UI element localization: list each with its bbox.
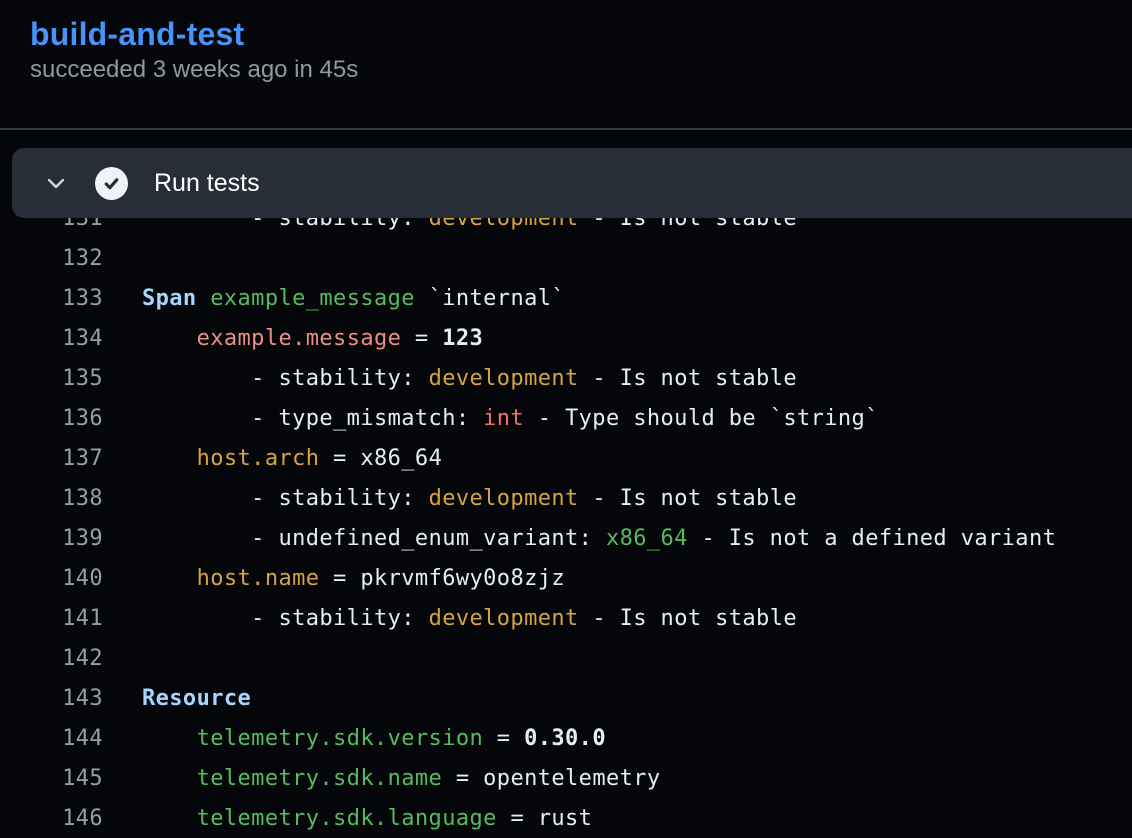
log-line: 136 - type_mismatch: int - Type should b…	[0, 398, 1132, 438]
log-text: Span example_message `internal`	[142, 286, 565, 311]
log-line: 140 host.name = pkrvmf6wy0o8zjz	[0, 558, 1132, 598]
log-segment	[142, 766, 197, 791]
log-segment: Resource	[142, 686, 251, 711]
log-text: - type_mismatch: int - Type should be `s…	[142, 406, 879, 431]
log-segment: development	[429, 486, 579, 511]
line-number[interactable]: 133	[0, 286, 103, 311]
line-number[interactable]: 144	[0, 726, 103, 751]
log-segment	[142, 326, 197, 351]
log-segment: 123	[442, 326, 483, 351]
log-text: telemetry.sdk.version = 0.30.0	[142, 726, 606, 751]
log-segment	[142, 806, 197, 831]
log-segment: telemetry.sdk.version	[197, 726, 484, 751]
log-line: 132	[0, 238, 1132, 278]
log-segment	[197, 286, 211, 311]
job-header: build-and-test succeeded 3 weeks ago in …	[0, 0, 1132, 128]
line-number[interactable]: 134	[0, 326, 103, 351]
log-text: - stability: development - Is not stable	[142, 606, 797, 631]
log-segment: - Type should be `string`	[524, 406, 879, 431]
log-line: 146 telemetry.sdk.language = rust	[0, 798, 1132, 838]
line-number[interactable]: 135	[0, 366, 103, 391]
log-segment	[142, 726, 197, 751]
log-segment: - Is not stable	[579, 486, 797, 511]
line-number[interactable]: 146	[0, 806, 103, 831]
log-segment: = pkrvmf6wy0o8zjz	[319, 566, 565, 591]
job-status-summary: succeeded 3 weeks ago in 45s	[30, 56, 1132, 84]
log-segment: telemetry.sdk.language	[197, 806, 497, 831]
log-segment: - stability:	[142, 486, 429, 511]
log-line: 135 - stability: development - Is not st…	[0, 358, 1132, 398]
log-segment: development	[429, 366, 579, 391]
log-segment: 0.30.0	[524, 726, 606, 751]
log-text: telemetry.sdk.language = rust	[142, 806, 592, 831]
log-text: telemetry.sdk.name = opentelemetry	[142, 766, 661, 791]
log-line: 141 - stability: development - Is not st…	[0, 598, 1132, 638]
step-name: Run tests	[154, 169, 260, 198]
log-segment: host.name	[197, 566, 320, 591]
line-number[interactable]: 136	[0, 406, 103, 431]
log-segment: - Is not stable	[579, 606, 797, 631]
log-text: host.arch = x86_64	[142, 446, 442, 471]
log-line: 145 telemetry.sdk.name = opentelemetry	[0, 758, 1132, 798]
line-number[interactable]: 139	[0, 526, 103, 551]
log-segment: - undefined_enum_variant:	[142, 526, 606, 551]
step-header-run-tests[interactable]: Run tests	[12, 148, 1132, 218]
log-line: 137 host.arch = x86_64	[0, 438, 1132, 478]
log-text: host.name = pkrvmf6wy0o8zjz	[142, 566, 565, 591]
job-title[interactable]: build-and-test	[30, 14, 244, 54]
line-number[interactable]: 137	[0, 446, 103, 471]
log-text: - undefined_enum_variant: x86_64 - Is no…	[142, 526, 1056, 551]
log-segment: =	[483, 726, 524, 751]
log-segment: = x86_64	[319, 446, 442, 471]
log-segment: development	[429, 606, 579, 631]
header-divider	[0, 128, 1132, 130]
log-line: 133 Span example_message `internal`	[0, 278, 1132, 318]
log-segment: int	[483, 406, 524, 431]
log-segment: = rust	[497, 806, 593, 831]
log-segment	[142, 566, 197, 591]
line-number[interactable]: 138	[0, 486, 103, 511]
log-line: 134 example.message = 123	[0, 318, 1132, 358]
log-segment: - Is not stable	[579, 366, 797, 391]
log-segment: - type_mismatch:	[142, 406, 483, 431]
log-segment: telemetry.sdk.name	[197, 766, 443, 791]
log-segment: example.message	[197, 326, 402, 351]
log-lines: 131 - stability: development - Is not st…	[0, 198, 1132, 838]
line-number[interactable]: 145	[0, 766, 103, 791]
log-segment: x86_64	[606, 526, 688, 551]
log-text: - stability: development - Is not stable	[142, 366, 797, 391]
log-text: example.message = 123	[142, 326, 483, 351]
log-line: 139 - undefined_enum_variant: x86_64 - I…	[0, 518, 1132, 558]
log-line: 143 Resource	[0, 678, 1132, 718]
log-text: - stability: development - Is not stable	[142, 486, 797, 511]
log-segment: = opentelemetry	[442, 766, 660, 791]
line-number[interactable]: 142	[0, 646, 103, 671]
log-segment: example_message	[210, 286, 415, 311]
log-segment: `internal`	[415, 286, 565, 311]
log-line: 142	[0, 638, 1132, 678]
log-text: Resource	[142, 686, 251, 711]
log-segment	[142, 446, 197, 471]
step-success-check-icon	[95, 167, 128, 200]
log-segment: - stability:	[142, 606, 429, 631]
log-segment: =	[401, 326, 442, 351]
log-line: 138 - stability: development - Is not st…	[0, 478, 1132, 518]
log-segment: host.arch	[197, 446, 320, 471]
log-line: 144 telemetry.sdk.version = 0.30.0	[0, 718, 1132, 758]
line-number[interactable]: 143	[0, 686, 103, 711]
log-segment: Span	[142, 286, 197, 311]
log-segment: - stability:	[142, 366, 429, 391]
line-number[interactable]: 132	[0, 246, 103, 271]
line-number[interactable]: 141	[0, 606, 103, 631]
chevron-down-icon[interactable]	[45, 172, 67, 194]
log-segment: - Is not a defined variant	[688, 526, 1056, 551]
line-number[interactable]: 140	[0, 566, 103, 591]
